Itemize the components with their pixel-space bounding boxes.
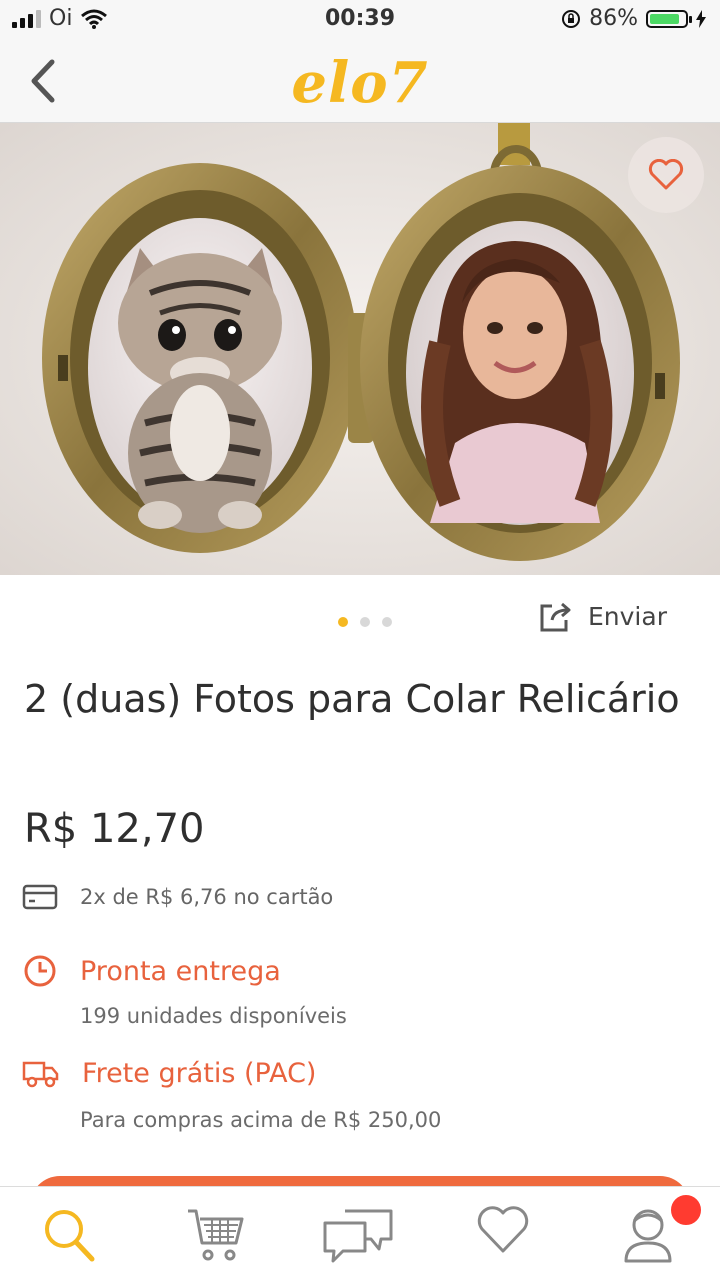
rotation-lock-icon bbox=[562, 9, 581, 28]
notification-badge bbox=[668, 1192, 704, 1228]
clock-icon bbox=[24, 955, 56, 987]
favorite-button[interactable] bbox=[628, 137, 704, 213]
share-button[interactable]: Enviar bbox=[538, 600, 667, 632]
installments-text: 2x de R$ 6,76 no cartão bbox=[80, 885, 334, 909]
product-title: 2 (duas) Fotos para Colar Relicário bbox=[24, 677, 680, 721]
shipping-label: Frete grátis (PAC) bbox=[82, 1058, 317, 1089]
availability-detail: 199 unidades disponíveis bbox=[80, 1004, 347, 1028]
shipping-detail: Para compras acima de R$ 250,00 bbox=[80, 1108, 442, 1132]
installments-row: 2x de R$ 6,76 no cartão bbox=[22, 884, 333, 910]
status-right: 86% bbox=[561, 6, 706, 31]
charging-icon bbox=[696, 9, 706, 28]
tab-favorites[interactable] bbox=[463, 1205, 543, 1269]
navigation-bar: elo7 bbox=[0, 40, 720, 123]
battery-icon bbox=[646, 9, 692, 28]
tab-bar bbox=[0, 1186, 720, 1281]
cart-icon bbox=[188, 1209, 244, 1261]
tab-cart[interactable] bbox=[175, 1205, 255, 1269]
credit-card-icon bbox=[22, 884, 58, 910]
tab-search[interactable] bbox=[30, 1205, 110, 1269]
battery-percent: 86% bbox=[589, 6, 638, 31]
pagination-dot bbox=[338, 617, 348, 627]
locket-photo-illustration bbox=[0, 123, 720, 575]
profile-icon bbox=[624, 1209, 672, 1263]
product-image[interactable] bbox=[0, 123, 720, 575]
share-icon bbox=[540, 602, 571, 632]
pagination-dot bbox=[360, 617, 370, 627]
pagination-dot bbox=[382, 617, 392, 627]
share-label: Enviar bbox=[588, 601, 667, 631]
image-pagination bbox=[338, 617, 392, 627]
availability-row: Pronta entrega bbox=[22, 953, 281, 989]
elo7-logo[interactable]: elo7 bbox=[0, 50, 720, 116]
search-icon bbox=[45, 1210, 95, 1262]
heart-icon bbox=[477, 1206, 529, 1253]
chat-icon bbox=[323, 1209, 393, 1263]
status-bar: Oi 00:39 86% bbox=[0, 0, 720, 40]
truck-icon bbox=[22, 1061, 59, 1087]
heart-outline-icon bbox=[648, 159, 684, 190]
tab-messages[interactable] bbox=[318, 1205, 398, 1269]
availability-label: Pronta entrega bbox=[80, 955, 281, 987]
product-price: R$ 12,70 bbox=[24, 806, 205, 852]
shipping-row: Frete grátis (PAC) bbox=[22, 1058, 316, 1089]
